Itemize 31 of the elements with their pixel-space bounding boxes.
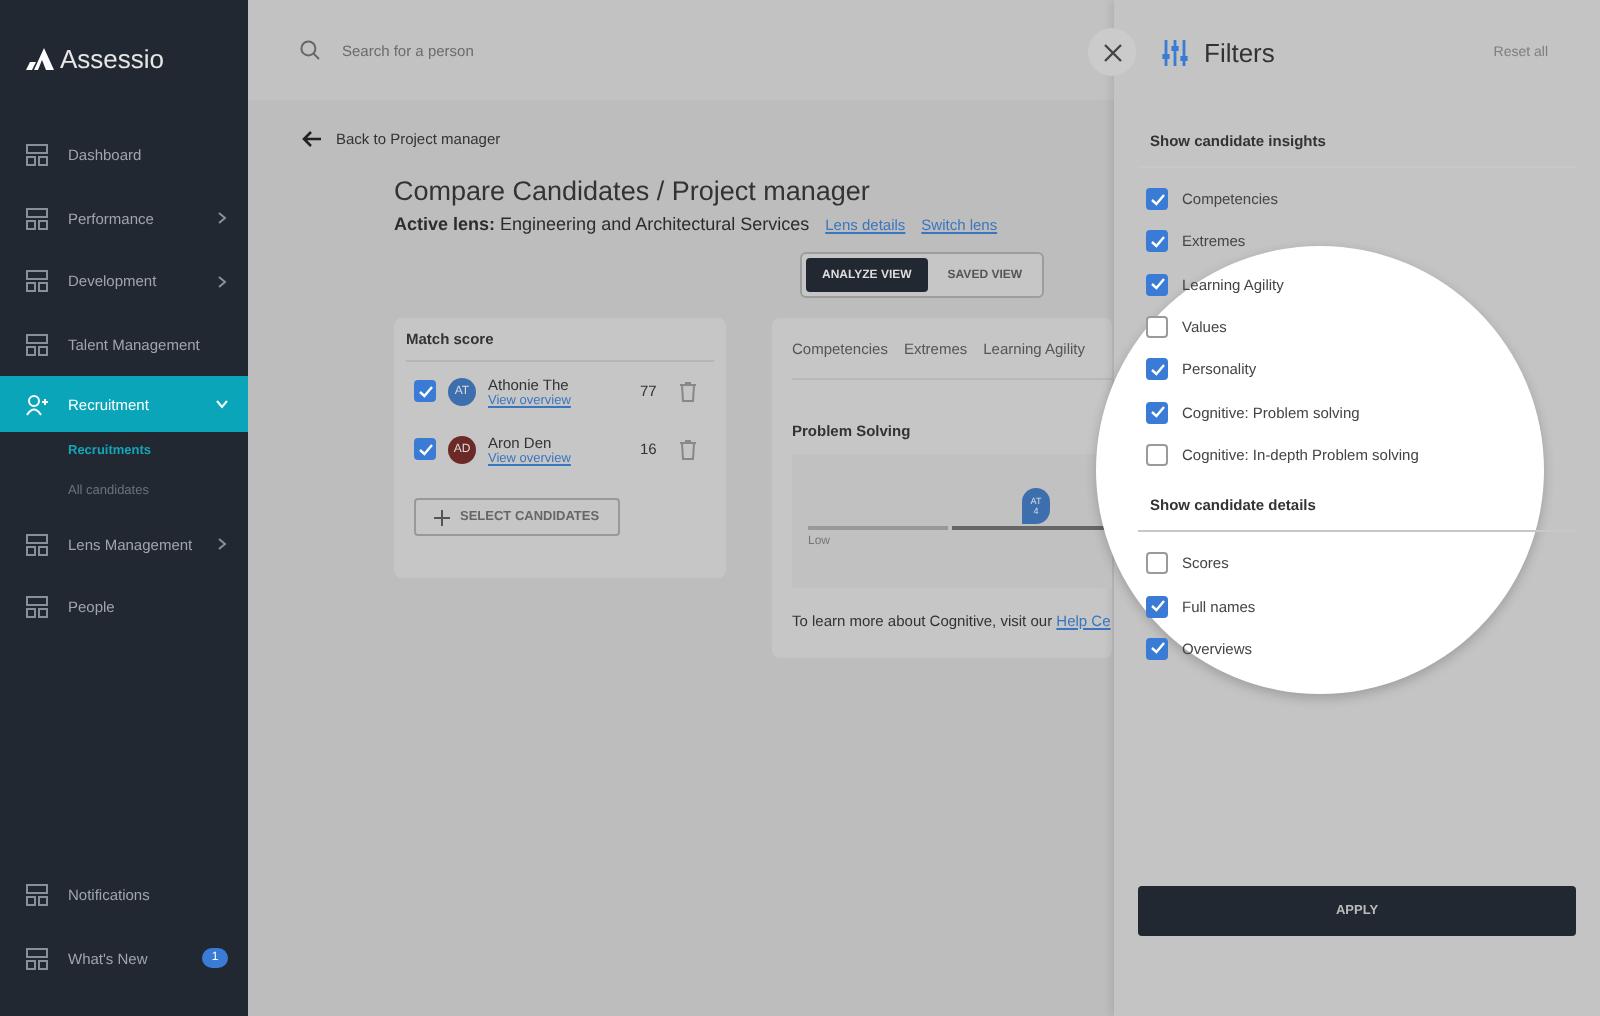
checkbox[interactable]	[1146, 552, 1168, 575]
checkbox[interactable]	[1146, 637, 1168, 660]
logo-text: Assessio	[60, 43, 165, 73]
checkbox[interactable]	[414, 380, 436, 402]
checkbox[interactable]	[1146, 358, 1168, 381]
checkbox[interactable]	[1146, 595, 1168, 618]
close-icon	[1103, 43, 1121, 61]
checkbox[interactable]	[414, 438, 436, 460]
logo-icon	[26, 47, 54, 69]
grid-icon	[26, 884, 48, 907]
grid-icon	[26, 596, 48, 619]
plus-icon	[434, 509, 450, 525]
checkbox[interactable]	[1146, 443, 1168, 466]
sliders-icon	[1162, 39, 1188, 65]
checkbox[interactable]	[1146, 273, 1168, 296]
grid-icon	[26, 533, 48, 556]
panel-title: Filters	[1204, 37, 1275, 67]
checkbox[interactable]	[1146, 230, 1168, 253]
active-lens-text: Active lens: Engineering and Architectural Services	[394, 214, 810, 234]
back-arrow-icon	[302, 130, 322, 148]
checkbox[interactable]	[1146, 316, 1168, 339]
grid-icon	[26, 270, 48, 293]
grid-icon	[26, 144, 48, 167]
grid-icon	[26, 947, 48, 970]
checkbox[interactable]	[1146, 401, 1168, 424]
page-title: Compare Candidates / Project manager	[394, 176, 872, 206]
grid-icon	[26, 334, 48, 357]
person-icon	[26, 393, 48, 416]
grid-icon	[26, 207, 48, 230]
checkbox[interactable]	[1146, 188, 1168, 211]
search-icon	[300, 40, 320, 60]
